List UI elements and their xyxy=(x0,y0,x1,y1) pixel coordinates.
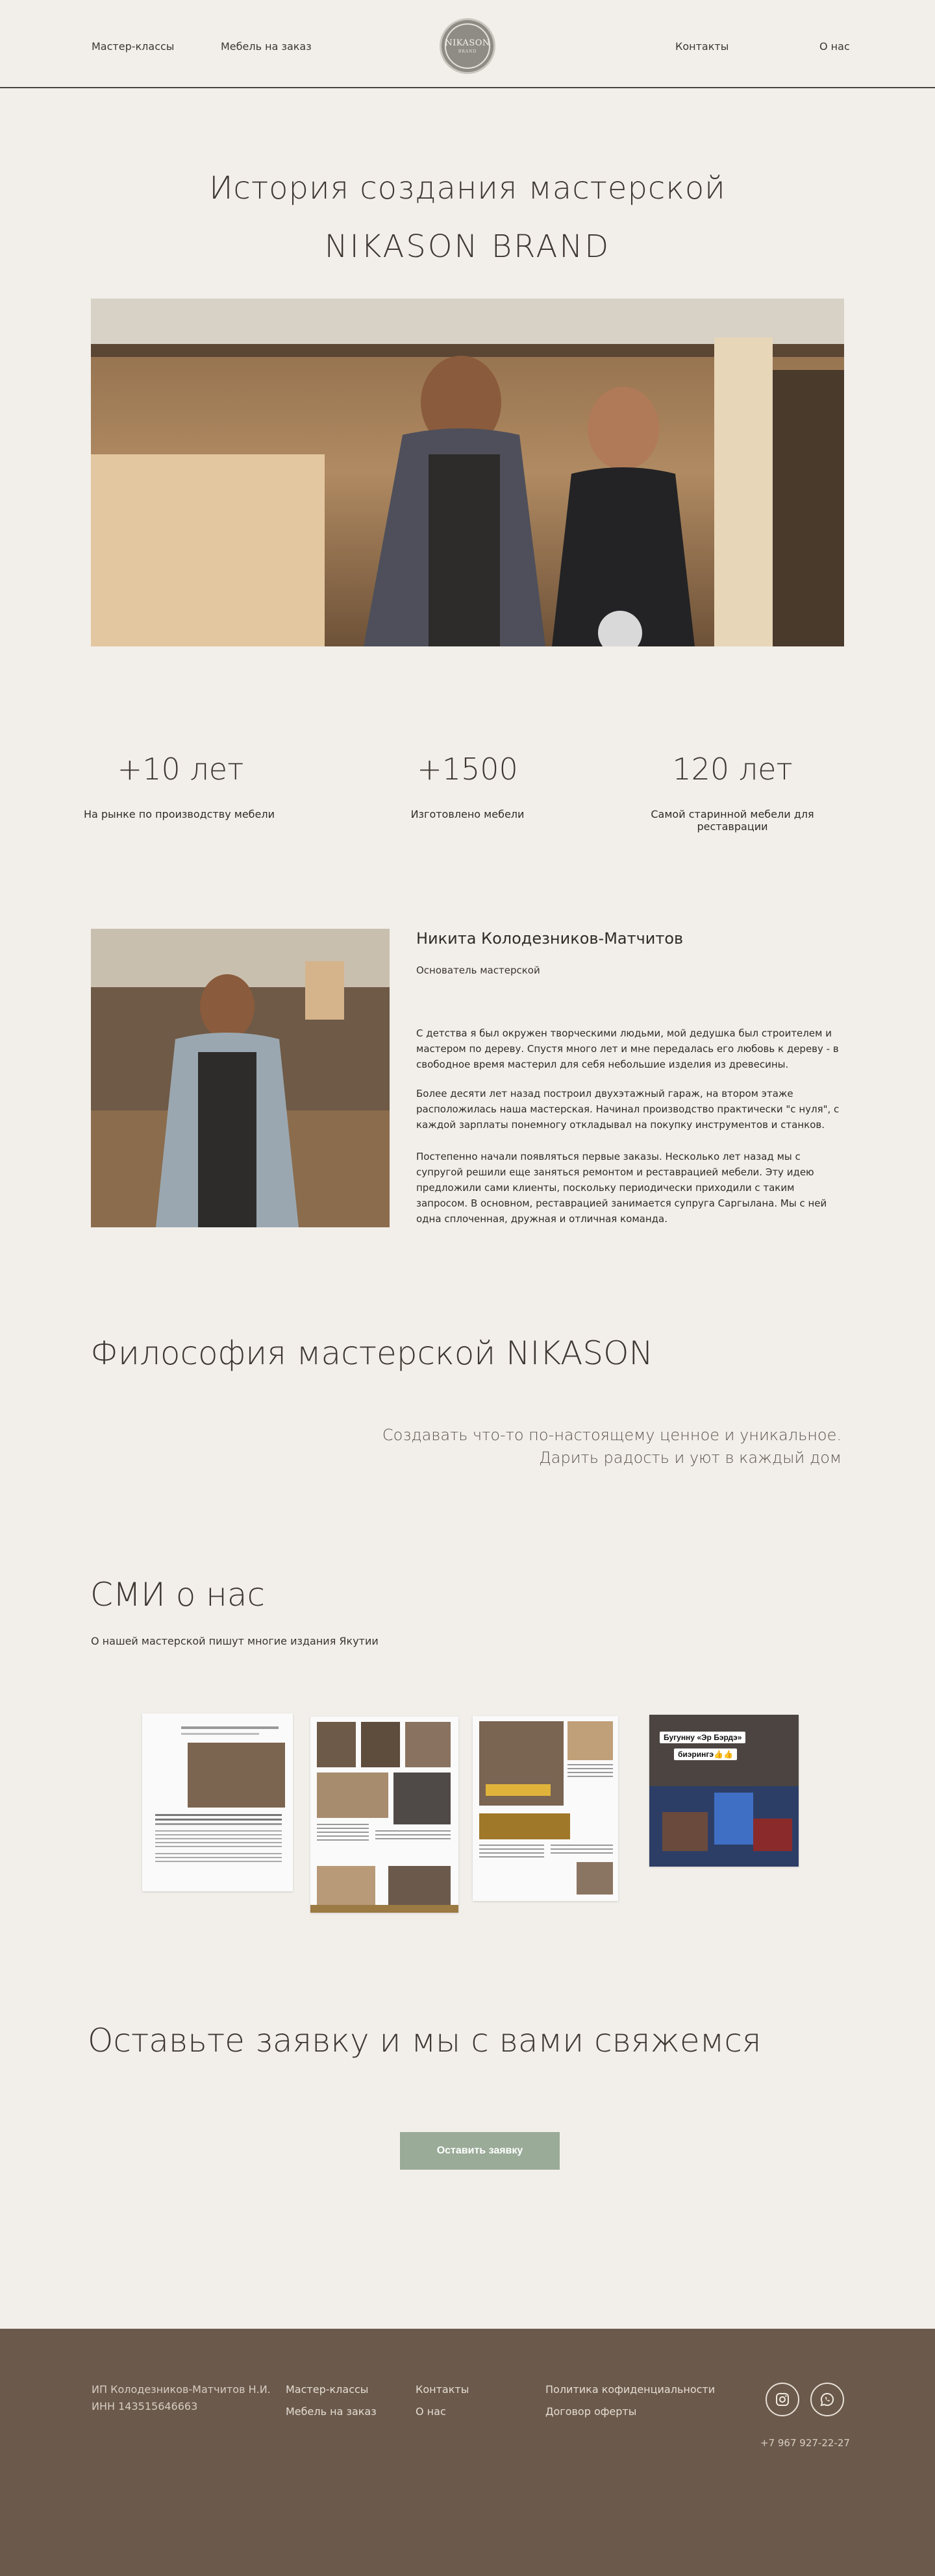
footer-link-privacy[interactable]: Политика кофиденциальности xyxy=(545,2383,715,2396)
nav-custom-furniture[interactable]: Мебель на заказ xyxy=(221,40,312,53)
footer-link-custom-furniture[interactable]: Мебель на заказ xyxy=(286,2405,377,2418)
media-title: СМИ о нас xyxy=(90,1576,265,1613)
founder-role: Основатель мастерской xyxy=(416,964,540,976)
media-subtitle: О нашей мастерской пишут многие издания … xyxy=(91,1635,379,1647)
logo-text: NIKASON xyxy=(445,38,490,48)
founder-paragraph-3: Постепенно начали появляться первые зака… xyxy=(416,1151,827,1225)
media-article-3[interactable] xyxy=(473,1716,618,1901)
footer-phone[interactable]: +7 967 927-22-27 xyxy=(760,2437,850,2449)
hero-title-line2: NIKASON BRAND xyxy=(324,228,611,265)
instagram-icon[interactable] xyxy=(766,2383,799,2416)
footer-link-about[interactable]: О нас xyxy=(416,2405,446,2418)
stat-furniture-value: +1500 xyxy=(417,752,518,787)
stat-furniture-caption: Изготовлено мебели xyxy=(410,808,525,820)
whatsapp-icon[interactable] xyxy=(810,2383,844,2416)
footer-company: ИП Колодезников-Матчитов Н.И. xyxy=(92,2383,271,2396)
philosophy-title: Философия мастерской NIKASON xyxy=(90,1334,653,1372)
media-article-2[interactable] xyxy=(310,1717,458,1913)
submit-request-button[interactable]: Оставить заявку xyxy=(400,2132,560,2170)
footer-link-offer[interactable]: Договор оферты xyxy=(545,2405,636,2418)
stat-years-value: +10 лет xyxy=(117,752,244,787)
founder-paragraph-1: С детства я был окружен творческими людь… xyxy=(416,1027,839,1070)
site-footer xyxy=(0,2329,935,2576)
founder-photo xyxy=(91,929,390,1227)
video-caption-line1: Бугунну «Эр Бэрдэ» xyxy=(660,1732,746,1743)
stat-antique-value: 120 лет xyxy=(672,752,793,787)
logo[interactable]: NIKASON BRAND xyxy=(440,18,495,74)
site-header: Мастер-классы Мебель на заказ NIKASON BR… xyxy=(0,0,935,88)
founder-paragraph-2: Более десяти лет назад построил двухэтаж… xyxy=(416,1088,840,1131)
nav-master-classes[interactable]: Мастер-классы xyxy=(92,40,174,53)
cta-title: Оставьте заявку и мы с вами свяжемся xyxy=(88,2022,762,2059)
founder-name: Никита Колодезников-Матчитов xyxy=(416,929,684,948)
logo-subtext: BRAND xyxy=(458,49,477,54)
stat-antique-caption: Самой старинной мебели для реставрации xyxy=(651,808,814,833)
nav-about[interactable]: О нас xyxy=(819,40,850,53)
philosophy-line-2: Дарить радость и уют в каждый дом xyxy=(539,1449,842,1467)
founders-photo xyxy=(91,299,844,646)
media-video-card[interactable]: Бугунну «Эр Бэрдэ» биэрингэ👍👍 xyxy=(649,1715,799,1867)
stat-years-caption: На рынке по производству мебели xyxy=(83,808,275,820)
hero-title-line1: История создания мастерской xyxy=(209,170,726,206)
footer-link-contacts[interactable]: Контакты xyxy=(416,2383,469,2396)
nav-contacts[interactable]: Контакты xyxy=(675,40,729,53)
philosophy-line-1: Создавать что-то по-настоящему ценное и … xyxy=(382,1426,842,1444)
footer-inn: ИНН 143515646663 xyxy=(92,2400,198,2412)
video-caption-line2: биэрингэ👍👍 xyxy=(674,1748,737,1760)
footer-link-master-classes[interactable]: Мастер-классы xyxy=(286,2383,368,2396)
media-article-1[interactable] xyxy=(142,1713,293,1891)
